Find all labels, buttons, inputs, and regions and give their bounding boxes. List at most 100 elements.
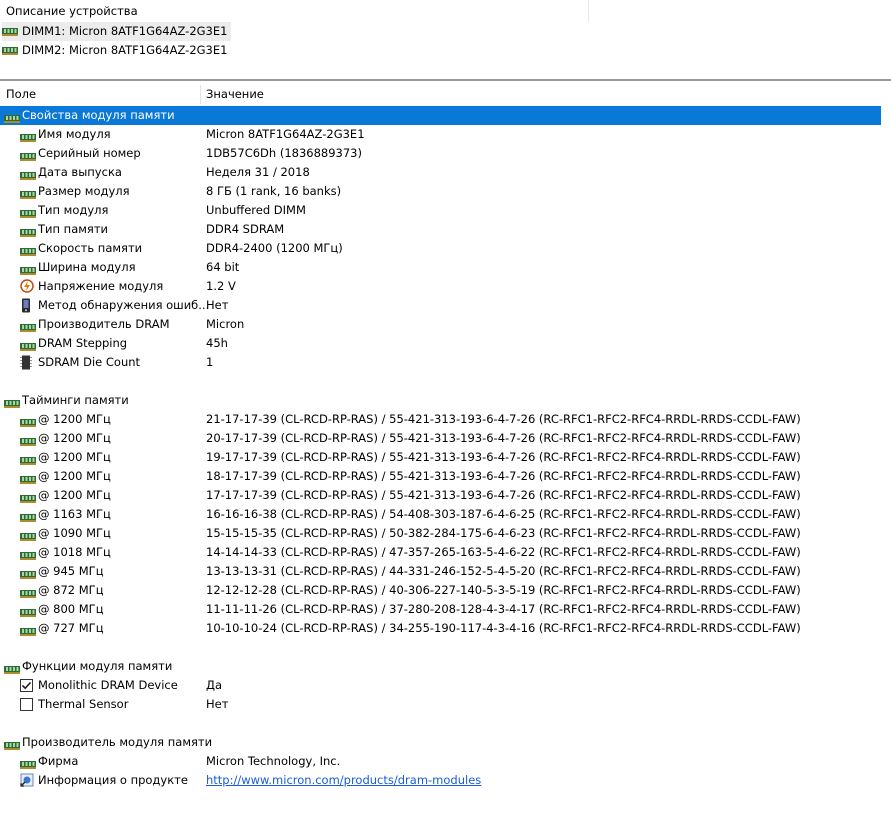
device-item-label: DIMM2: Micron 8ATF1G64AZ-2G3E1 (22, 43, 228, 57)
field-value: 13-13-13-31 (CL-RCD-RP-RAS) / 44-331-246… (206, 564, 801, 578)
field-value: DDR4 SDRAM (206, 222, 285, 236)
property-row[interactable]: @ 1163 МГц 16-16-16-38 (CL-RCD-RP-RAS) / … (0, 505, 881, 524)
field-value: Micron 8ATF1G64AZ-2G3E1 (206, 127, 365, 141)
spacer-row (0, 372, 881, 391)
group-row[interactable]: Тайминги памяти (0, 391, 881, 410)
property-row[interactable]: @ 1200 МГц 19-17-17-39 (CL-RCD-RP-RAS) / … (0, 448, 881, 467)
field-value: Неделя 31 / 2018 (206, 165, 310, 179)
field-label: Метод обнаружения ошиб... (38, 298, 210, 312)
field-value: 21-17-17-39 (CL-RCD-RP-RAS) / 55-421-313… (206, 412, 801, 426)
pane-splitter[interactable] (0, 79, 891, 81)
group-label: Производитель модуля памяти (22, 735, 213, 749)
field-value: 19-17-17-39 (CL-RCD-RP-RAS) / 55-421-313… (206, 450, 801, 464)
field-value: Unbuffered DIMM (206, 203, 306, 217)
field-label: @ 872 МГц (38, 583, 104, 597)
property-row[interactable]: Размер модуля 8 ГБ (1 rank, 16 banks) (0, 182, 881, 201)
property-row[interactable]: Thermal Sensor Нет (0, 695, 881, 714)
field-label: @ 1018 МГц (38, 545, 111, 559)
field-label: Информация о продукте (38, 773, 188, 787)
field-label: @ 945 МГц (38, 564, 104, 578)
group-row[interactable]: Свойства модуля памяти (0, 106, 881, 125)
field-label: Фирма (38, 754, 79, 768)
field-label: Thermal Sensor (38, 697, 129, 711)
property-row[interactable]: Серийный номер 1DB57C6Dh (1836889373) (0, 144, 881, 163)
field-value: 64 bit (206, 260, 240, 274)
property-row[interactable]: DRAM Stepping 45h (0, 334, 881, 353)
property-row[interactable]: Скорость памяти DDR4-2400 (1200 МГц) (0, 239, 881, 258)
field-label: Тип модуля (38, 203, 109, 217)
group-label: Свойства модуля памяти (22, 108, 175, 122)
ram-icon (2, 27, 18, 36)
property-row[interactable]: Напряжение модуля 1.2 V (0, 277, 881, 296)
field-value: 11-11-11-26 (CL-RCD-RP-RAS) / 37-280-208… (206, 602, 801, 616)
ram-icon (2, 46, 18, 55)
property-row[interactable]: Тип модуля Unbuffered DIMM (0, 201, 881, 220)
field-value: 8 ГБ (1 rank, 16 banks) (206, 184, 342, 198)
group-label: Тайминги памяти (22, 393, 129, 407)
field-label: Monolithic DRAM Device (38, 678, 178, 692)
field-value: Нет (206, 298, 229, 312)
field-label: Имя модуля (38, 127, 111, 141)
property-row[interactable]: @ 945 МГц 13-13-13-31 (CL-RCD-RP-RAS) / 4… (0, 562, 881, 581)
field-label: Напряжение модуля (38, 279, 164, 293)
field-label: @ 1200 МГц (38, 431, 111, 445)
field-value: 17-17-17-39 (CL-RCD-RP-RAS) / 55-421-313… (206, 488, 801, 502)
device-item-dimm1[interactable]: DIMM1: Micron 8ATF1G64AZ-2G3E1 (2, 22, 232, 41)
field-label: Размер модуля (38, 184, 130, 198)
field-label: @ 800 МГц (38, 602, 104, 616)
web-link-icon (20, 773, 34, 793)
field-value: 20-17-17-39 (CL-RCD-RP-RAS) / 55-421-313… (206, 431, 801, 445)
device-description-header: Описание устройства (6, 4, 138, 18)
property-row[interactable]: @ 1200 МГц 18-17-17-39 (CL-RCD-RP-RAS) / … (0, 467, 881, 486)
field-value: Micron (206, 317, 245, 331)
spacer-row (0, 714, 881, 733)
field-label: @ 1163 МГц (38, 507, 111, 521)
field-value: 1.2 V (206, 279, 236, 293)
field-label: SDRAM Die Count (38, 355, 141, 369)
device-item-dimm2[interactable]: DIMM2: Micron 8ATF1G64AZ-2G3E1 (2, 41, 231, 60)
group-row[interactable]: Функции модуля памяти (0, 657, 881, 676)
property-row[interactable]: Информация о продукте http://www.micron.c… (0, 771, 881, 790)
field-label: @ 1200 МГц (38, 469, 111, 483)
field-label: Скорость памяти (38, 241, 143, 255)
field-value: 14-14-14-33 (CL-RCD-RP-RAS) / 47-357-265… (206, 545, 801, 559)
property-row[interactable]: @ 1200 МГц 20-17-17-39 (CL-RCD-RP-RAS) / … (0, 429, 881, 448)
field-value: 1DB57C6Dh (1836889373) (206, 146, 362, 160)
column-header-field[interactable]: Поле (0, 85, 200, 104)
property-row[interactable]: @ 1200 МГц 21-17-17-39 (CL-RCD-RP-RAS) / … (0, 410, 881, 429)
group-row[interactable]: Производитель модуля памяти (0, 733, 881, 752)
group-label: Функции модуля памяти (22, 659, 173, 673)
property-row[interactable]: Фирма Micron Technology, Inc. (0, 752, 881, 771)
property-row[interactable]: SDRAM Die Count 1 (0, 353, 881, 372)
field-label: @ 1200 МГц (38, 450, 111, 464)
property-row[interactable]: Monolithic DRAM Device Да (0, 676, 881, 695)
property-row[interactable]: Имя модуля Micron 8ATF1G64AZ-2G3E1 (0, 125, 881, 144)
property-row[interactable]: @ 1090 МГц 15-15-15-35 (CL-RCD-RP-RAS) / … (0, 524, 881, 543)
product-info-link[interactable]: http://www.micron.com/products/dram-modu… (206, 771, 481, 790)
field-value: 1 (206, 355, 214, 369)
property-row[interactable]: @ 872 МГц 12-12-12-28 (CL-RCD-RP-RAS) / 4… (0, 581, 881, 600)
property-row[interactable]: Дата выпуска Неделя 31 / 2018 (0, 163, 881, 182)
property-row[interactable]: Тип памяти DDR4 SDRAM (0, 220, 881, 239)
column-header-value[interactable]: Значение (200, 85, 876, 104)
device-item-label: DIMM1: Micron 8ATF1G64AZ-2G3E1 (22, 24, 228, 38)
field-value: 16-16-16-38 (CL-RCD-RP-RAS) / 54-408-303… (206, 507, 801, 521)
property-row[interactable]: @ 1200 МГц 17-17-17-39 (CL-RCD-RP-RAS) / … (0, 486, 881, 505)
property-row[interactable]: @ 800 МГц 11-11-11-26 (CL-RCD-RP-RAS) / 3… (0, 600, 881, 619)
vertical-scrollbar[interactable] (881, 81, 891, 827)
properties-list: Свойства модуля памяти Имя модуля Micron 8… (0, 106, 881, 790)
property-row[interactable]: Производитель DRAM Micron (0, 315, 881, 334)
property-row[interactable]: @ 1018 МГц 14-14-14-33 (CL-RCD-RP-RAS) / … (0, 543, 881, 562)
property-row[interactable]: @ 727 МГц 10-10-10-24 (CL-RCD-RP-RAS) / 3… (0, 619, 881, 638)
property-row[interactable]: Ширина модуля 64 bit (0, 258, 881, 277)
spacer-row (0, 638, 881, 657)
field-label: Тип памяти (38, 222, 109, 236)
field-value: 15-15-15-35 (CL-RCD-RP-RAS) / 50-382-284… (206, 526, 801, 540)
property-row[interactable]: Метод обнаружения ошиб... Нет (0, 296, 881, 315)
field-value: 10-10-10-24 (CL-RCD-RP-RAS) / 34-255-190… (206, 621, 801, 635)
header-divider (588, 0, 589, 22)
field-label: @ 1200 МГц (38, 412, 111, 426)
field-label: DRAM Stepping (38, 336, 128, 350)
field-label: @ 727 МГц (38, 621, 104, 635)
field-label: Ширина модуля (38, 260, 136, 274)
